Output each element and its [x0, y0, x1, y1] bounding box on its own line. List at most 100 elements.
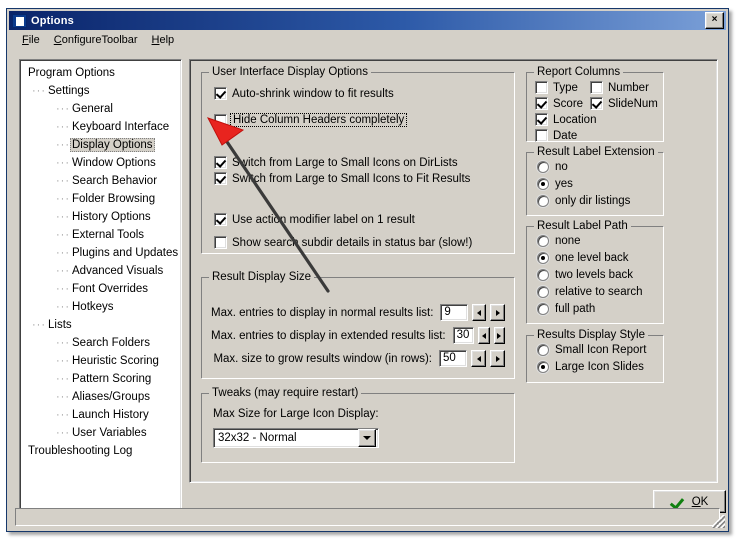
radio-label-ext-no[interactable]: no [537, 161, 568, 173]
settings-tree-panel[interactable]: Program Options ··· Settings ··· General ·… [19, 59, 182, 521]
radio-style-small-icon-report[interactable]: Small Icon Report [537, 344, 646, 356]
radio-path-one-level-back[interactable]: one level back [537, 252, 629, 264]
triangle-left-icon[interactable] [471, 350, 486, 367]
checkbox-show-search-subdir-details[interactable]: Show search subdir details in status bar… [214, 236, 472, 249]
tree-dash-icon: ··· [56, 337, 70, 349]
tree-item-aliases-groups[interactable]: ··· Aliases/Groups [24, 388, 181, 406]
tree-item-lists[interactable]: ··· Lists [24, 316, 181, 334]
tree-item-settings[interactable]: ··· Settings [24, 82, 181, 100]
tree-item-hotkeys[interactable]: ··· Hotkeys [24, 298, 181, 316]
tree-item-font-overrides[interactable]: ··· Font Overrides [24, 280, 181, 298]
tree-item-window-options[interactable]: ··· Window Options [24, 154, 181, 172]
checkbox-icon[interactable] [214, 156, 227, 169]
tree-item-heuristic-scoring[interactable]: ··· Heuristic Scoring [24, 352, 181, 370]
checkbox-switch-icons-dirlists[interactable]: Switch from Large to Small Icons on DirL… [214, 156, 458, 169]
tree-item-user-variables[interactable]: ··· User Variables [24, 424, 181, 442]
tree-item-label: History Options [72, 211, 151, 223]
tree-dash-icon: ··· [32, 85, 46, 97]
tree-item-troubleshooting-log[interactable]: Troubleshooting Log [24, 442, 181, 460]
chevron-down-icon[interactable] [358, 429, 376, 447]
triangle-left-icon[interactable] [471, 304, 487, 321]
spin-input-normal-results[interactable]: 9 [440, 304, 468, 321]
checkbox-icon[interactable] [214, 87, 227, 100]
tree-item-label: Aliases/Groups [72, 391, 150, 403]
checkbox-auto-shrink-window[interactable]: Auto-shrink window to fit results [214, 87, 394, 100]
checkbox-use-action-modifier-label[interactable]: Use action modifier label on 1 result [214, 213, 415, 226]
tree-dash-icon: ··· [56, 409, 70, 421]
checkbox-icon[interactable] [535, 81, 548, 94]
radio-icon[interactable] [537, 286, 549, 298]
tree-item-advanced-visuals[interactable]: ··· Advanced Visuals [24, 262, 181, 280]
tree-dash-icon: ··· [56, 103, 70, 115]
triangle-right-icon[interactable] [490, 350, 505, 367]
tree-item-external-tools[interactable]: ··· External Tools [24, 226, 181, 244]
tree-item-keyboard-interface[interactable]: ··· Keyboard Interface [24, 118, 181, 136]
radio-icon[interactable] [537, 235, 549, 247]
radio-label: yes [555, 178, 573, 190]
tree-item-search-behavior[interactable]: ··· Search Behavior [24, 172, 181, 190]
checkbox-icon[interactable] [214, 213, 227, 226]
checkbox-report-slidenum[interactable]: SlideNum [590, 97, 658, 110]
menu-file-rest: ile [28, 34, 40, 46]
radio-icon[interactable] [537, 303, 549, 315]
checkbox-icon[interactable] [214, 236, 227, 249]
tree-item-label: Window Options [72, 157, 156, 169]
checkbox-report-location[interactable]: Location [535, 113, 596, 126]
tree-item-pattern-scoring[interactable]: ··· Pattern Scoring [24, 370, 181, 388]
tree-item-search-folders[interactable]: ··· Search Folders [24, 334, 181, 352]
checkbox-label: Switch from Large to Small Icons to Fit … [232, 172, 471, 185]
spin-input-extended-results[interactable]: 30 [452, 327, 475, 344]
radio-icon[interactable] [537, 161, 549, 173]
radio-path-two-levels-back[interactable]: two levels back [537, 269, 633, 281]
menu-item-file[interactable]: File [15, 32, 47, 48]
triangle-right-icon[interactable] [493, 327, 505, 344]
radio-icon[interactable] [537, 269, 549, 281]
close-icon[interactable]: × [705, 12, 724, 29]
dropdown-max-icon-size[interactable]: 32x32 - Normal [213, 428, 379, 448]
checkbox-icon[interactable] [590, 81, 603, 94]
tree-item-display-options[interactable]: ··· Display Options [24, 136, 181, 154]
checkbox-switch-icons-fit-results[interactable]: Switch from Large to Small Icons to Fit … [214, 172, 470, 185]
checkbox-icon[interactable] [214, 113, 227, 127]
radio-path-full-path[interactable]: full path [537, 303, 595, 315]
radio-label-ext-only-dir[interactable]: only dir listings [537, 195, 630, 207]
tree-item-label: Troubleshooting Log [28, 445, 133, 457]
group-tweaks: Tweaks (may require restart) Max Size fo… [201, 387, 515, 463]
radio-label: Large Icon Slides [555, 361, 644, 373]
radio-label-ext-yes[interactable]: yes [537, 178, 573, 190]
radio-path-none[interactable]: none [537, 235, 581, 247]
tree-item-folder-browsing[interactable]: ··· Folder Browsing [24, 190, 181, 208]
resize-grip-icon[interactable] [712, 515, 725, 528]
checkbox-icon[interactable] [535, 113, 548, 126]
group-title: Result Label Path [534, 220, 631, 232]
radio-icon[interactable] [537, 344, 549, 356]
menu-item-help[interactable]: Help [145, 32, 182, 48]
radio-icon[interactable] [537, 195, 549, 207]
menu-item-configuretoolbar[interactable]: ConfigureToolbar [47, 32, 145, 48]
tree-item-launch-history[interactable]: ··· Launch History [24, 406, 181, 424]
tree-item-label: Lists [48, 319, 72, 331]
triangle-left-icon[interactable] [478, 327, 490, 344]
checkbox-icon[interactable] [535, 97, 548, 110]
checkbox-report-type[interactable]: Type [535, 81, 578, 94]
radio-icon[interactable] [537, 252, 549, 264]
checkbox-icon[interactable] [590, 97, 603, 110]
checkbox-hide-column-headers[interactable]: Hide Column Headers completely [214, 113, 408, 127]
tree-item-program-options[interactable]: Program Options [24, 64, 181, 82]
radio-icon[interactable] [537, 178, 549, 190]
checkbox-report-score[interactable]: Score [535, 97, 583, 110]
checkbox-icon[interactable] [535, 129, 548, 142]
radio-icon[interactable] [537, 361, 549, 373]
spin-input-grow-rows[interactable]: 50 [439, 350, 467, 367]
triangle-right-icon[interactable] [490, 304, 505, 321]
radio-path-relative-to-search[interactable]: relative to search [537, 286, 643, 298]
tree-dash-icon: ··· [56, 121, 70, 133]
checkbox-icon[interactable] [214, 172, 227, 185]
tree-item-general[interactable]: ··· General [24, 100, 181, 118]
tree-item-history-options[interactable]: ··· History Options [24, 208, 181, 226]
radio-style-large-icon-slides[interactable]: Large Icon Slides [537, 361, 644, 373]
tree-item-label: Hotkeys [72, 301, 114, 313]
tree-item-plugins-and-updates[interactable]: ··· Plugins and Updates [24, 244, 181, 262]
checkbox-report-date[interactable]: Date [535, 129, 577, 142]
checkbox-report-number[interactable]: Number [590, 81, 649, 94]
